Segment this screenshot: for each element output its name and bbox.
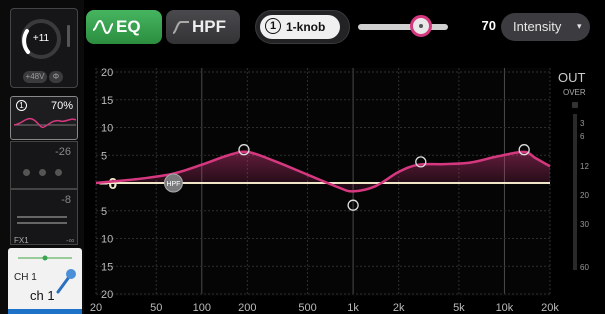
- channel-id: CH 1: [14, 272, 37, 283]
- knob-mode-toggle[interactable]: 1 1-knob: [255, 10, 350, 44]
- meter-tick: 12: [580, 162, 589, 171]
- graph-background: [96, 68, 550, 296]
- db-tick-label: 5: [101, 206, 107, 218]
- eq-band-handle[interactable]: [415, 156, 427, 168]
- over-led: [572, 102, 578, 108]
- gain-slider-mark: [67, 25, 70, 47]
- out-meter-bar: [573, 114, 577, 270]
- hpf-marker[interactable]: HPF: [163, 173, 183, 193]
- fx-label: FX1: [14, 236, 29, 245]
- one-knob-icon: 1: [265, 18, 281, 34]
- band-handles[interactable]: [238, 144, 530, 211]
- db-axis-labels: 20 15 10 5 −0 5 10 15 20: [99, 67, 117, 301]
- eq-graph[interactable]: 2015105−05101520 20 50 100 200 500 1k 2k 5k 10k 2…: [0, 0, 605, 314]
- dynamics-dot: [39, 169, 46, 176]
- grid-lines: [95, 68, 551, 295]
- eq-curve: [95, 150, 551, 193]
- dynamics-dot: [55, 169, 62, 176]
- db-tick-label: 20: [101, 289, 113, 301]
- db-tick-label: 15: [101, 95, 113, 107]
- one-knob-label: 1-knob: [286, 20, 326, 34]
- eq-button-label: EQ: [116, 17, 141, 36]
- phantom-power-button[interactable]: +48V: [23, 71, 47, 83]
- freq-tick-label: 20k: [541, 302, 559, 314]
- hpf-button[interactable]: HPF: [166, 10, 240, 44]
- freq-tick-label: 500: [298, 302, 316, 314]
- one-knob-thumb-icon: 1: [16, 100, 27, 111]
- eq-curve-fill: [96, 151, 550, 192]
- eq-button[interactable]: EQ: [86, 10, 162, 44]
- db-tick-label: 5: [101, 150, 107, 162]
- channel-name: ch 1: [30, 288, 55, 303]
- db-tick-label: 15: [101, 261, 113, 273]
- intensity-slider[interactable]: [358, 15, 448, 37]
- eq-thumbnail[interactable]: 1 70%: [10, 96, 78, 140]
- gain-value: +11: [32, 33, 50, 44]
- dynamics-value: -26: [55, 146, 71, 158]
- freq-tick-label: 10k: [496, 302, 514, 314]
- intensity-slider-handle[interactable]: [410, 15, 432, 37]
- fx-send-value: -8: [61, 194, 71, 206]
- hpf-handle-label: HPF: [166, 181, 180, 188]
- intensity-dropdown-label: Intensity: [513, 19, 562, 34]
- db-tick-label: 10: [101, 123, 113, 135]
- microphone-icon: [56, 269, 76, 294]
- eq-band-handle[interactable]: [518, 144, 530, 156]
- hpf-handle[interactable]: [163, 173, 183, 193]
- dynamics-dot: [23, 169, 30, 176]
- db-tick-label: 10: [101, 234, 113, 246]
- db-zero-label: −0: [99, 176, 117, 193]
- dynamics-panel[interactable]: -26: [10, 141, 78, 189]
- intensity-dropdown[interactable]: Intensity ▾: [501, 13, 590, 41]
- freq-tick-label: 1k: [347, 302, 359, 314]
- channel-name-panel[interactable]: CH 1 ch 1: [8, 248, 82, 314]
- out-meter-label: OUT: [558, 70, 586, 85]
- meter-tick: 3: [580, 119, 585, 128]
- chevron-down-icon: ▾: [577, 21, 582, 31]
- freq-axis-labels: 20 50 100 200 500 1k 2k 5k 10k 20k: [90, 302, 559, 314]
- eq-band-handle[interactable]: [238, 144, 250, 156]
- gain-panel[interactable]: +11 +48V Φ: [10, 8, 78, 88]
- freq-tick-label: 100: [193, 302, 211, 314]
- pan-indicator-icon: [18, 255, 72, 261]
- channel-strip: +11 +48V Φ 1 70% -26 -8 FX1 -∞ CH 1 ch 1: [0, 0, 84, 314]
- phase-button[interactable]: Φ: [49, 71, 63, 83]
- one-knob-button[interactable]: 1 1-knob: [260, 15, 340, 39]
- meter-tick: 20: [580, 191, 589, 200]
- freq-tick-label: 5k: [453, 302, 465, 314]
- meter-tick: 30: [580, 220, 589, 229]
- freq-tick-label: 2k: [393, 302, 405, 314]
- fx-send-line: [17, 216, 67, 218]
- hpf-button-label: HPF: [192, 17, 226, 36]
- fx-inf-value: -∞: [66, 236, 75, 245]
- fx-send-line: [17, 222, 67, 224]
- freq-tick-label: 200: [238, 302, 256, 314]
- intensity-value: 70: [481, 18, 496, 33]
- over-label: OVER: [563, 88, 586, 97]
- meter-tick: 6: [580, 132, 585, 141]
- eq-band-handle[interactable]: [347, 199, 359, 211]
- hpf-curve-icon: [172, 21, 189, 34]
- freq-tick-label: 20: [90, 302, 102, 314]
- db-tick-label: 20: [101, 67, 113, 79]
- eq-thumb-curve-icon: [14, 117, 76, 129]
- meter-tick: 60: [580, 263, 589, 272]
- channel-color-bar: [8, 309, 82, 314]
- eq-curve-icon: [92, 19, 114, 35]
- freq-tick-label: 50: [150, 302, 162, 314]
- intensity-slider-track[interactable]: [358, 24, 448, 30]
